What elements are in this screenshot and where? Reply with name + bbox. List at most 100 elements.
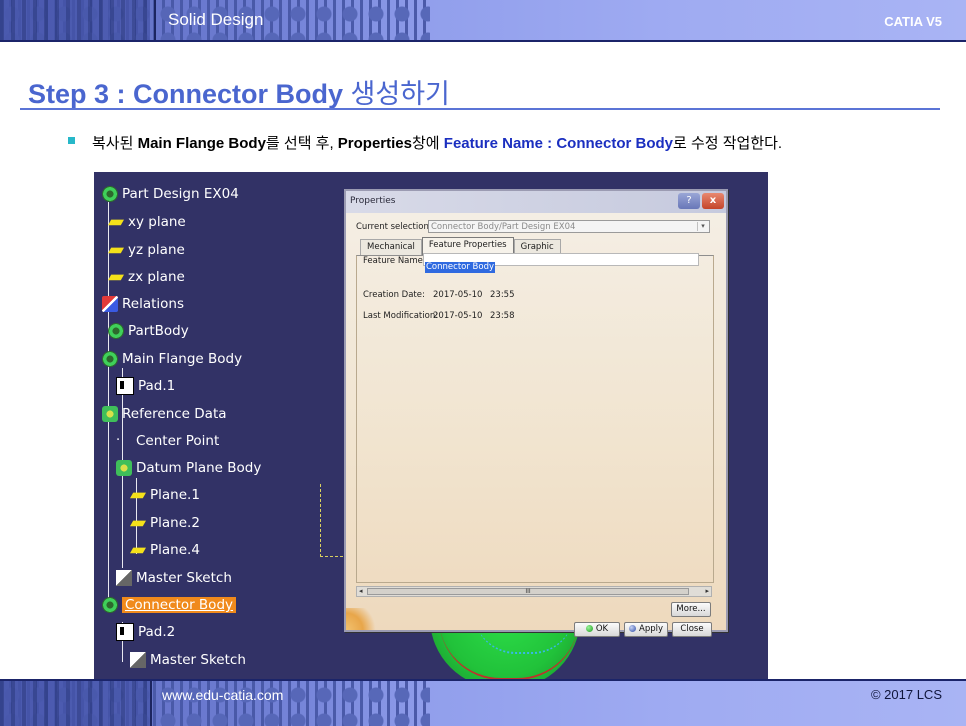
- bullet-part-highlight: Feature Name : Connector Body: [443, 135, 673, 152]
- relations-icon: [102, 296, 118, 312]
- current-selection-combo[interactable]: Connector Body/Part Design EX04 ▾: [428, 220, 710, 233]
- tree-item-relations[interactable]: Relations: [102, 293, 184, 315]
- current-selection-label: Current selection :: [356, 222, 435, 232]
- tree-item-reference-data[interactable]: Reference Data: [102, 403, 227, 425]
- tree-item-label: Plane.1: [150, 487, 200, 503]
- tree-item-label: xy plane: [128, 214, 186, 230]
- plane-icon: [130, 520, 146, 527]
- footer-divider: [150, 681, 152, 726]
- bullet-part: 창에: [412, 135, 444, 152]
- apply-icon: [629, 625, 636, 632]
- sketch-icon: [130, 652, 146, 668]
- tree-item-label: Pad.2: [138, 624, 176, 640]
- current-selection-value: Connector Body/Part Design EX04: [431, 222, 576, 232]
- pad-icon: [116, 623, 134, 641]
- tree-item-plane-1[interactable]: Plane.1: [130, 484, 200, 506]
- dialog-titlebar[interactable]: Properties ? x: [346, 191, 726, 213]
- last-modification-time: 23:58: [490, 311, 515, 321]
- tree-item-label: Master Sketch: [150, 652, 246, 668]
- catia-corner-logo: [346, 608, 382, 630]
- tree-item-label: Relations: [122, 296, 184, 312]
- tab-panel: Feature Name : Creation Date: 2017-05-10…: [356, 255, 714, 583]
- horizontal-scrollbar[interactable]: ◂ III ▸: [356, 586, 712, 597]
- tree-item-master-sketch-2[interactable]: Master Sketch: [130, 649, 246, 671]
- tree-item-xy-plane[interactable]: xy plane: [108, 211, 186, 233]
- feature-name-input[interactable]: Connector Body: [423, 253, 699, 273]
- plane-icon: [130, 547, 146, 554]
- ok-button[interactable]: OK: [574, 622, 620, 637]
- more-button[interactable]: More...: [671, 602, 711, 617]
- footer-decoration-dark: [0, 681, 150, 726]
- tree-item-pad-1[interactable]: Pad.1: [116, 375, 175, 397]
- tree-item-partbody[interactable]: PartBody: [108, 320, 189, 342]
- scroll-thumb[interactable]: III: [367, 588, 689, 595]
- bullet-part: 로 수정 작업한다.: [673, 135, 783, 152]
- body-gear-icon: [102, 351, 118, 367]
- tree-item-label: Plane.4: [150, 542, 200, 558]
- catia-screenshot: Part Design EX04 xy plane yz plane zx pl…: [94, 172, 768, 681]
- bullet-part-bold: Main Flange Body: [137, 135, 266, 152]
- header-title: Solid Design: [168, 10, 264, 29]
- geometric-set-icon: [102, 406, 118, 422]
- chevron-down-icon[interactable]: ▾: [697, 222, 708, 231]
- header-product: CATIA V5: [884, 14, 942, 29]
- plane-icon: [108, 219, 124, 226]
- tree-item-label: PartBody: [128, 323, 189, 339]
- body-gear-icon: [108, 323, 124, 339]
- tree-item-pad-2[interactable]: Pad.2: [116, 621, 175, 643]
- tree-item-center-point[interactable]: · Center Point: [116, 430, 219, 452]
- tree-item-zx-plane[interactable]: zx plane: [108, 266, 185, 288]
- bullet-part: 복사된: [92, 135, 138, 152]
- tree-item-label: Reference Data: [122, 406, 227, 422]
- dialog-title: Properties: [350, 196, 396, 206]
- feature-name-value: Connector Body: [425, 262, 495, 273]
- slide-title: Step 3 : Connector Body 생성하기: [28, 72, 450, 111]
- slide-title-kr: 생성하기: [343, 79, 450, 109]
- ok-label: OK: [595, 624, 609, 634]
- bullet-part: 를 선택 후,: [265, 135, 338, 152]
- scroll-left-icon[interactable]: ◂: [359, 587, 363, 596]
- help-button[interactable]: ?: [678, 193, 700, 209]
- tree-item-connector-body[interactable]: Connector Body: [102, 594, 236, 616]
- tree-item-datum-plane-body[interactable]: Datum Plane Body: [116, 457, 261, 479]
- part-gear-icon: [102, 186, 118, 202]
- close-x-button[interactable]: x: [702, 193, 724, 209]
- sketch-icon: [116, 570, 132, 586]
- tree-item-main-flange-body[interactable]: Main Flange Body: [102, 348, 242, 370]
- header-banner: Solid Design CATIA V5: [0, 0, 966, 40]
- tree-root[interactable]: Part Design EX04: [102, 183, 239, 205]
- close-button[interactable]: Close: [672, 622, 712, 637]
- plane-icon: [130, 492, 146, 499]
- footer-copyright: © 2017 LCS: [870, 687, 942, 702]
- plane-icon: [108, 274, 124, 281]
- tree-item-plane-4[interactable]: Plane.4: [130, 539, 200, 561]
- feature-name-label: Feature Name :: [363, 256, 429, 266]
- ok-icon: [585, 625, 593, 632]
- tree-item-plane-2[interactable]: Plane.2: [130, 512, 200, 534]
- tree-item-yz-plane[interactable]: yz plane: [108, 239, 185, 261]
- plane-icon: [108, 247, 124, 254]
- creation-date-value: 2017-05-10: [433, 290, 483, 300]
- bullet-square-icon: [68, 137, 75, 144]
- last-modification-label: Last Modification:: [363, 311, 439, 321]
- apply-button[interactable]: Apply: [624, 622, 668, 637]
- tree-item-label: zx plane: [128, 269, 185, 285]
- scroll-right-icon[interactable]: ▸: [705, 587, 709, 596]
- tree-item-label: Main Flange Body: [122, 351, 243, 367]
- tree-item-label: Center Point: [136, 433, 220, 449]
- properties-dialog: Properties ? x Current selection : Conne…: [344, 189, 728, 637]
- tree-item-master-sketch[interactable]: Master Sketch: [116, 567, 232, 589]
- tab-mechanical[interactable]: Mechanical: [360, 239, 422, 256]
- bullet-part-bold: Properties: [337, 135, 412, 152]
- body-gear-icon: [102, 597, 118, 613]
- point-icon: ·: [116, 433, 121, 448]
- header-decoration-dark: [0, 0, 150, 40]
- tree-item-label: Pad.1: [138, 378, 176, 394]
- dialog-body: Current selection : Connector Body/Part …: [346, 213, 726, 637]
- apply-label: Apply: [639, 624, 663, 634]
- title-rule: [20, 108, 940, 110]
- slide-title-en: Step 3 : Connector Body: [28, 79, 344, 109]
- geometric-set-icon: [116, 460, 132, 476]
- footer-banner: www.edu-catia.com © 2017 LCS: [0, 681, 966, 726]
- instruction-text: 복사된 Main Flange Body를 선택 후, Properties창에…: [92, 132, 782, 153]
